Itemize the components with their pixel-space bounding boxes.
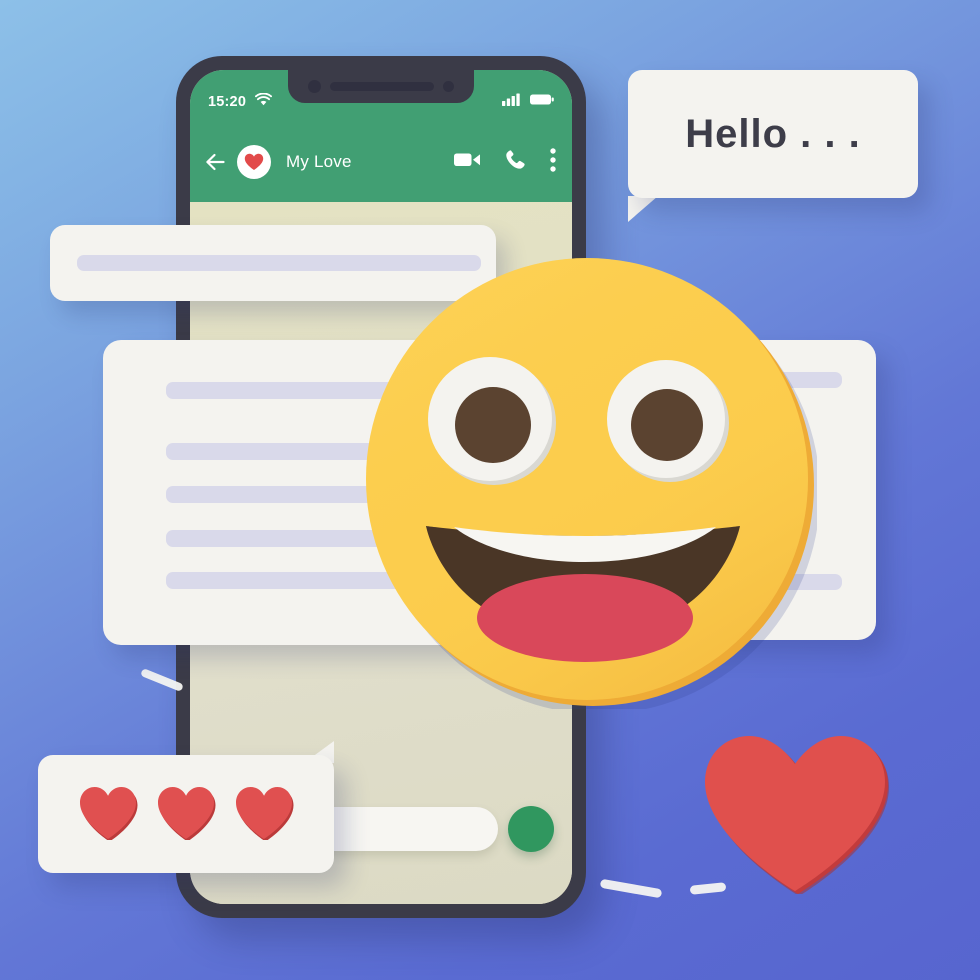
earpiece-speaker-icon [330,82,434,91]
avatar[interactable] [237,145,271,179]
phone-notch [288,70,474,103]
signal-bars-icon [502,81,521,111]
back-arrow-icon[interactable] [204,151,226,173]
voice-call-icon[interactable] [505,149,526,175]
hello-message-bubble[interactable]: Hello . . . [628,70,918,198]
video-call-icon[interactable] [454,151,481,173]
hello-text: Hello . . . [685,111,861,156]
chat-header-actions [454,147,556,177]
hello-bubble-tail [628,196,658,222]
chat-header: My Love [190,122,572,202]
contact-name: My Love [286,152,352,171]
illustration-canvas: 15:20 My Love Hello . . . [0,0,980,980]
front-camera-icon [308,80,321,93]
battery-icon [530,81,554,111]
wifi-icon [255,81,273,111]
phone-top-bar: 15:20 My Love [190,70,572,202]
hearts-message-bubble[interactable] [38,755,334,873]
more-options-icon[interactable] [550,147,556,177]
proximity-sensor-icon [443,81,454,92]
heart-icon [155,784,217,845]
grinning-face-emoji[interactable] [363,255,820,714]
send-icon[interactable] [508,806,554,852]
heart-icon [233,784,295,845]
status-clock: 15:20 [208,93,247,110]
heart-icon [77,784,139,845]
heart-shape [697,728,893,896]
